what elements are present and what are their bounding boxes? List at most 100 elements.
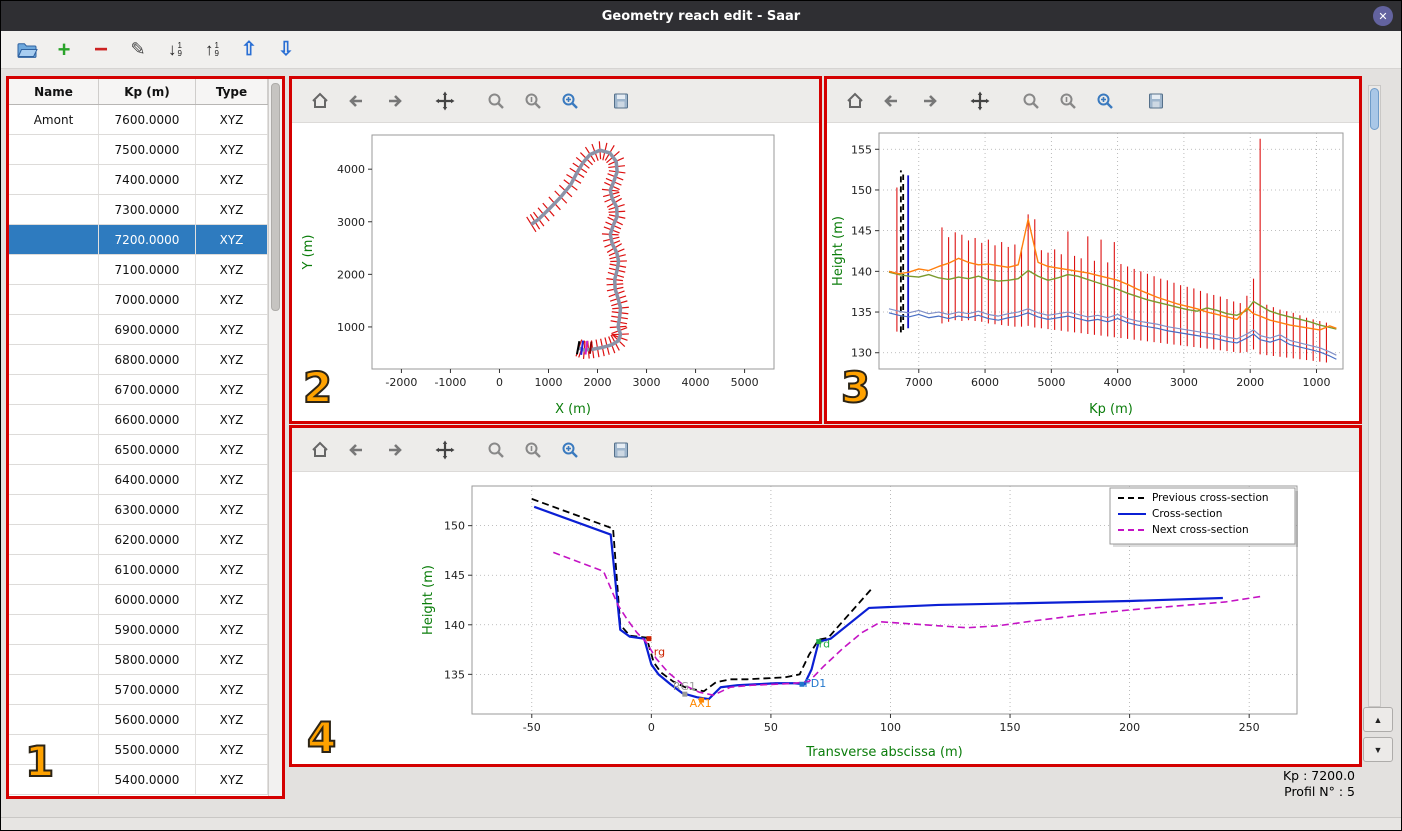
inspect-button[interactable] [1056,89,1080,113]
table-row[interactable]: 6700.0000 XYZ [9,375,268,405]
forward-icon [924,94,937,107]
table-row[interactable]: 7100.0000 XYZ [9,255,268,285]
pan-button[interactable] [433,89,457,113]
open-file-button[interactable] [13,36,41,64]
svg-text:2000: 2000 [584,376,612,389]
zoom-button[interactable] [484,89,508,113]
table-scrollbar-thumb[interactable] [271,83,280,311]
cell-type: XYZ [196,495,268,524]
back-button[interactable] [345,438,369,462]
zoom-region-button[interactable] [1093,89,1117,113]
right-scrollbar-thumb[interactable] [1370,88,1379,130]
cell-type: XYZ [196,735,268,764]
add-row-button[interactable]: + [50,36,78,64]
table-row[interactable]: 5700.0000 XYZ [9,675,268,705]
table-row[interactable]: 7200.0000 XYZ [9,225,268,255]
table-scrollbar[interactable] [268,79,282,796]
pan-button[interactable] [433,438,457,462]
save-button[interactable] [609,438,633,462]
svg-text:5000: 5000 [731,376,759,389]
table-row[interactable]: 6900.0000 XYZ [9,315,268,345]
title-bar[interactable]: Geometry reach edit - Saar ✕ [1,1,1401,31]
table-row[interactable]: 5900.0000 XYZ [9,615,268,645]
zoom-button[interactable] [1019,89,1043,113]
forward-button[interactable] [382,89,406,113]
cell-type: XYZ [196,285,268,314]
long-profile-chart[interactable]: 7000 6000 5000 4000 3000 2000 1000 130 135 140 145… [827,123,1359,421]
inspect-icon [525,442,541,458]
table-row[interactable]: 6400.0000 XYZ [9,465,268,495]
table-row[interactable]: Amont 7600.0000 XYZ [9,105,268,135]
sort-descending-button[interactable]: ↓ 19 [161,36,189,64]
cell-kp: 6500.0000 [99,435,196,464]
move-up-button[interactable]: ⇧ [235,36,263,64]
save-button[interactable] [1144,89,1168,113]
table-header: Name Kp (m) Type [9,79,282,105]
table-row[interactable]: 6300.0000 XYZ [9,495,268,525]
plan-view-chart[interactable]: -2000 -1000 0 1000 2000 3000 4000 5000 1000 2000 3… [292,123,819,421]
forward-button[interactable] [382,438,406,462]
table-row[interactable]: 6600.0000 XYZ [9,405,268,435]
cell-name [9,525,99,554]
table-row[interactable]: 6500.0000 XYZ [9,435,268,465]
back-icon [349,94,362,107]
column-header-type[interactable]: Type [196,79,268,104]
table-row[interactable]: 7500.0000 XYZ [9,135,268,165]
edit-row-button[interactable]: ✎ [124,36,152,64]
cell-kp: 6100.0000 [99,555,196,584]
pan-icon [435,91,455,110]
sort-ascending-button[interactable]: ↑ 19 [198,36,226,64]
table-row[interactable]: 6100.0000 XYZ [9,555,268,585]
cell-name [9,135,99,164]
table-row[interactable]: 7400.0000 XYZ [9,165,268,195]
back-button[interactable] [345,89,369,113]
cell-type: XYZ [196,765,268,794]
cell-kp: 5700.0000 [99,675,196,704]
back-icon [349,443,362,456]
cell-name [9,615,99,644]
home-button[interactable] [843,89,867,113]
home-button[interactable] [308,438,332,462]
zoom-region-button[interactable] [558,438,582,462]
home-icon [847,92,863,108]
close-button[interactable]: ✕ [1373,6,1393,26]
column-header-name[interactable]: Name [9,79,99,104]
back-button[interactable] [880,89,904,113]
inspect-button[interactable] [521,438,545,462]
pan-icon [970,91,990,110]
zoom-icon [488,442,504,458]
column-header-kp[interactable]: Kp (m) [99,79,196,104]
forward-button[interactable] [917,89,941,113]
table-row[interactable]: 7000.0000 XYZ [9,285,268,315]
zoom-button[interactable] [484,438,508,462]
home-button[interactable] [308,89,332,113]
home-icon [312,92,328,108]
previous-profile-button[interactable]: ▲ [1363,707,1393,732]
cross-section-chart[interactable]: -50 0 50 100 150 200 250 135 140 145 150 Transverse… [292,472,1359,764]
save-button[interactable] [609,89,633,113]
next-profile-button[interactable]: ▼ [1363,737,1393,762]
svg-text:Kp (m): Kp (m) [1089,402,1133,417]
minus-icon: − [93,35,108,63]
table-row[interactable]: 6000.0000 XYZ [9,585,268,615]
inspect-icon [525,93,541,109]
table-row[interactable]: 7300.0000 XYZ [9,195,268,225]
profile-plot-toolbar [827,79,1359,123]
sort-descending-icon: ↓ 19 [168,39,182,59]
right-scrollbar[interactable] [1368,85,1381,707]
svg-text:145: 145 [851,225,872,238]
save-icon [614,442,628,457]
cell-type: XYZ [196,105,268,134]
svg-text:Y (m): Y (m) [301,235,316,271]
table-row[interactable]: 5800.0000 XYZ [9,645,268,675]
svg-text:2000: 2000 [1236,376,1264,389]
table-row[interactable]: 5600.0000 XYZ [9,705,268,735]
move-down-button[interactable]: ⇩ [272,36,300,64]
table-row[interactable]: 6200.0000 XYZ [9,525,268,555]
zoom-region-button[interactable] [558,89,582,113]
inspect-button[interactable] [521,89,545,113]
table-row[interactable]: 6800.0000 XYZ [9,345,268,375]
pan-button[interactable] [968,89,992,113]
app-window: Geometry reach edit - Saar ✕ + − ✎ ↓ 19 [0,0,1402,831]
remove-row-button[interactable]: − [87,36,115,64]
